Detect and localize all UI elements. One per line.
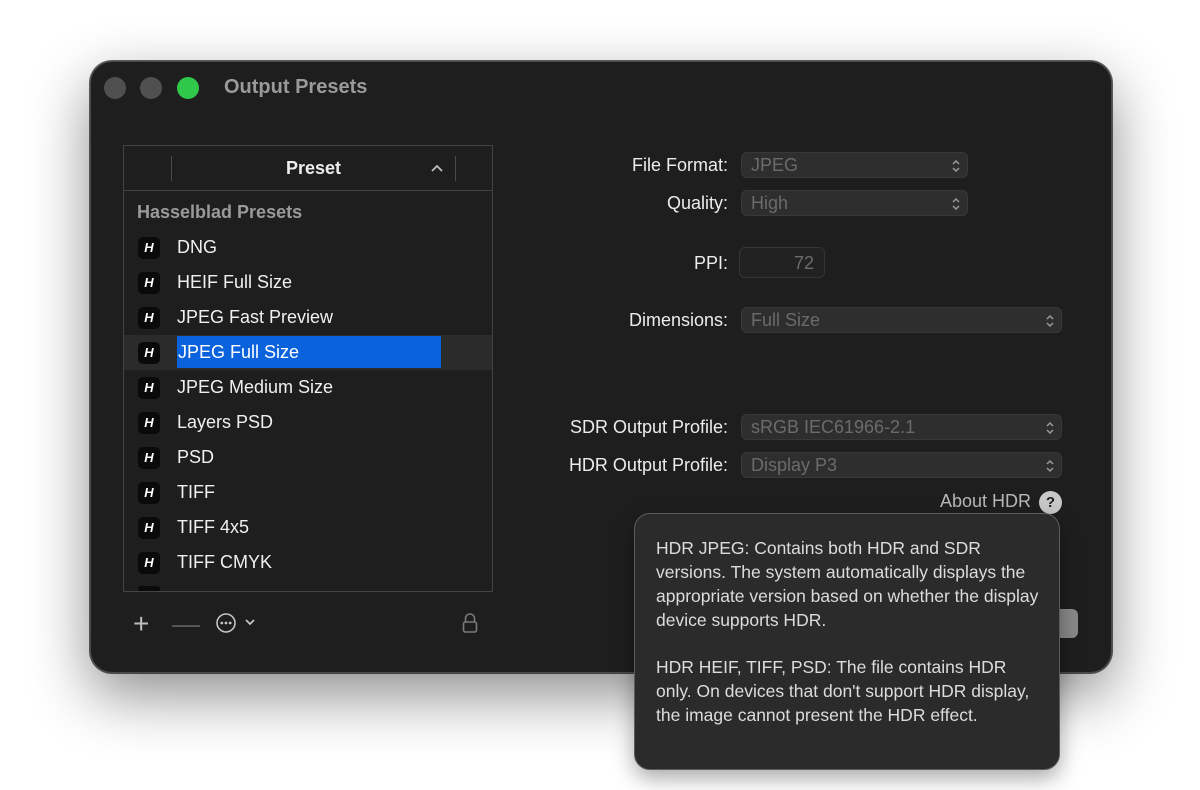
tooltip-paragraph-hdr-heif: HDR HEIF, TIFF, PSD: The file contains H… (656, 657, 1030, 725)
popup-arrows-icon (1046, 459, 1054, 473)
help-icon[interactable]: ? (1039, 491, 1062, 514)
ppi-value: 72 (793, 253, 814, 273)
preset-label: DNG (177, 237, 217, 257)
add-icon[interactable]: + (133, 610, 149, 638)
preset-label: PSD (177, 447, 215, 467)
minimize-window-button[interactable] (140, 77, 162, 99)
tooltip-paragraph-hdr-jpeg: HDR JPEG: Contains both HDR and SDR vers… (656, 538, 1039, 630)
sdr-output-profile-popup[interactable]: sRGB IEC61966-2.1 (741, 414, 1062, 440)
dimensions-popup[interactable]: Full Size (741, 307, 1062, 333)
popup-arrows-icon (1046, 421, 1054, 435)
list-item[interactable]: H JPEG Medium Size (124, 370, 492, 405)
file-format-label: File Format: (631, 155, 728, 175)
file-format-value: JPEG (751, 155, 799, 175)
sdr-output-profile-value: sRGB IEC61966-2.1 (751, 417, 916, 437)
hdr-tooltip: HDR JPEG: Contains both HDR and SDR vers… (634, 513, 1060, 770)
close-window-button[interactable] (104, 77, 126, 99)
list-item[interactable]: H TIFF CMYK (124, 545, 492, 580)
zoom-window-button[interactable] (177, 77, 199, 99)
dimensions-value: Full Size (751, 310, 821, 330)
partial-row-icon (138, 586, 160, 591)
hasselblad-h-icon: H (138, 517, 160, 539)
hdr-output-profile-label: HDR Output Profile: (568, 455, 728, 475)
hasselblad-h-icon: H (138, 412, 160, 434)
hasselblad-h-icon: H (138, 377, 160, 399)
group-label-hasselblad: Hasselblad Presets (137, 202, 303, 222)
list-item[interactable]: H TIFF (124, 475, 492, 510)
chevron-down-icon[interactable] (243, 615, 257, 629)
about-hdr-link[interactable]: About HDR (940, 491, 1031, 512)
hdr-output-profile-popup[interactable]: Display P3 (741, 452, 1062, 478)
popup-arrows-icon (1046, 314, 1054, 328)
hasselblad-h-icon: H (138, 272, 160, 294)
sdr-output-profile-label: SDR Output Profile: (569, 417, 728, 437)
lock-icon[interactable] (461, 611, 479, 635)
preset-column-header[interactable]: Preset (172, 158, 455, 179)
ppi-label: PPI: (693, 253, 728, 273)
quality-value: High (751, 193, 789, 213)
hasselblad-h-icon: H (138, 447, 160, 469)
preset-label: HEIF Full Size (177, 272, 293, 292)
hdr-output-profile-value: Display P3 (751, 455, 838, 475)
preset-label: TIFF CMYK (177, 552, 272, 572)
more-options-icon[interactable] (215, 612, 237, 634)
quality-popup[interactable]: High (741, 190, 968, 216)
hasselblad-h-icon: H (138, 342, 160, 364)
popup-arrows-icon (952, 159, 960, 173)
ppi-field[interactable]: 72 (739, 247, 825, 278)
file-format-popup[interactable]: JPEG (741, 152, 968, 178)
preset-label: Layers PSD (177, 412, 274, 432)
list-item[interactable]: H TIFF 4x5 (124, 510, 492, 545)
hasselblad-h-icon: H (138, 552, 160, 574)
window-title: Output Presets (224, 76, 368, 98)
remove-icon[interactable]: — (172, 610, 200, 638)
popup-arrows-icon (952, 197, 960, 211)
preset-label: JPEG Fast Preview (177, 307, 334, 327)
hasselblad-h-icon: H (138, 482, 160, 504)
preset-label: JPEG Medium Size (177, 377, 334, 397)
hasselblad-h-icon: H (138, 307, 160, 329)
preset-label: TIFF 4x5 (177, 517, 250, 537)
quality-label: Quality: (666, 193, 728, 213)
preset-label: TIFF (177, 482, 215, 502)
preset-label[interactable]: JPEG Full Size (177, 336, 441, 368)
list-item-selected[interactable]: H JPEG Full Size (124, 335, 492, 370)
dimensions-label: Dimensions: (628, 310, 728, 330)
hasselblad-h-icon: H (138, 237, 160, 259)
